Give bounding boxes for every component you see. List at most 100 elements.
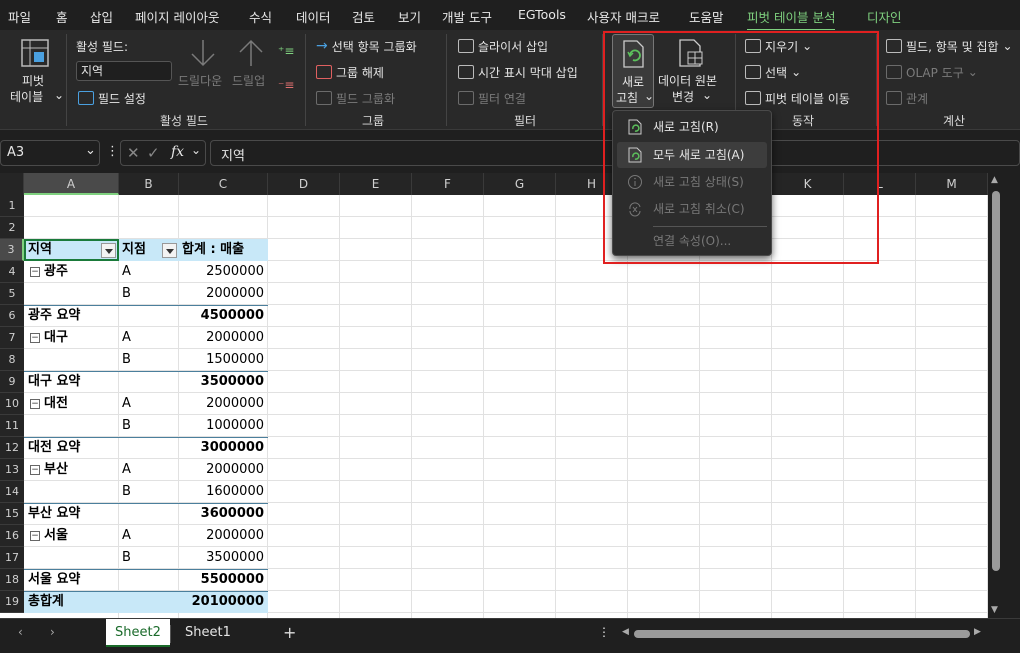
sales-value[interactable]: 2000000	[179, 327, 264, 349]
relationships-button[interactable]: 관계	[886, 88, 928, 108]
scroll-thumb[interactable]	[992, 191, 1000, 571]
row-header-13[interactable]: 13	[0, 459, 24, 481]
expand-field-icon[interactable]: ⁺≡	[278, 44, 294, 58]
sales-value[interactable]: 1600000	[179, 481, 264, 503]
insert-timeline-button[interactable]: 시간 표시 막대 삽입	[458, 62, 578, 82]
field-settings-button[interactable]: 필드 설정	[78, 88, 146, 108]
subtotal-value[interactable]: 5500000	[179, 569, 264, 591]
region-label[interactable]: 대전	[44, 393, 68, 415]
fx-icon[interactable]: fx	[171, 144, 184, 160]
tab-developer[interactable]: 개발 도구	[442, 7, 492, 26]
column-header-f[interactable]: F	[412, 173, 484, 195]
olap-tools-button[interactable]: OLAP 도구 ⌄	[886, 62, 978, 82]
region-label[interactable]: 광주	[44, 261, 68, 283]
subtotal-label[interactable]: 광주 요약	[28, 305, 80, 327]
sales-value[interactable]: 1000000	[179, 415, 264, 437]
subtotal-value[interactable]: 3600000	[179, 503, 264, 525]
change-data-source-button[interactable]: 데이터 원본 변경 ⌄	[656, 34, 724, 108]
collapse-icon[interactable]: −	[30, 531, 40, 541]
group-field-button[interactable]: 필드 그룹화	[316, 88, 395, 108]
column-header-a[interactable]: A	[24, 173, 119, 195]
row-header-2[interactable]: 2	[0, 217, 24, 239]
horizontal-scroll-thumb[interactable]	[634, 630, 970, 638]
branch-label[interactable]: B	[122, 349, 131, 371]
select-button[interactable]: 선택 ⌄	[745, 62, 801, 82]
tab-view[interactable]: 보기	[398, 7, 421, 26]
tab-data[interactable]: 데이터	[296, 7, 331, 26]
branch-label[interactable]: A	[122, 327, 131, 349]
branch-label[interactable]: A	[122, 393, 131, 415]
tab-user-macros[interactable]: 사용자 매크로	[587, 7, 660, 26]
branch-filter-dropdown[interactable]	[162, 243, 177, 258]
filter-connections-button[interactable]: 필터 연결	[458, 88, 526, 108]
sales-value[interactable]: 2000000	[179, 459, 264, 481]
drill-up-button[interactable]: 드릴업	[232, 34, 272, 94]
row-header-16[interactable]: 16	[0, 525, 24, 547]
scroll-down-icon[interactable]: ▼	[991, 605, 998, 615]
row-header-8[interactable]: 8	[0, 349, 24, 371]
column-header-k[interactable]: K	[772, 173, 844, 195]
sales-value[interactable]: 2000000	[179, 525, 264, 547]
cancel-icon[interactable]: ✕	[127, 144, 140, 162]
next-sheet-icon[interactable]: ›	[50, 625, 55, 639]
row-header-10[interactable]: 10	[0, 393, 24, 415]
branch-label[interactable]: A	[122, 261, 131, 283]
grand-total-value[interactable]: 20100000	[179, 591, 264, 613]
row-header-3[interactable]: 3	[0, 239, 24, 261]
drill-down-button[interactable]: 드릴다운	[178, 34, 228, 94]
branch-label[interactable]: B	[122, 481, 131, 503]
row-header-17[interactable]: 17	[0, 547, 24, 569]
vertical-scrollbar[interactable]: ▲ ▼	[988, 173, 1004, 618]
scroll-right-icon[interactable]: ▶	[974, 627, 981, 637]
tab-help[interactable]: 도움말	[689, 7, 724, 26]
tab-file[interactable]: 파일	[8, 7, 31, 26]
row-header-1[interactable]: 1	[0, 195, 24, 217]
row-header-19[interactable]: 19	[0, 591, 24, 613]
grand-total-label[interactable]: 총합계	[28, 591, 64, 613]
row-header-11[interactable]: 11	[0, 415, 24, 437]
name-box[interactable]: A3 ⌄	[0, 140, 100, 166]
sheet-tab-sheet1[interactable]: Sheet1	[176, 619, 240, 647]
row-header-4[interactable]: 4	[0, 261, 24, 283]
collapse-field-icon[interactable]: ⁻≡	[278, 78, 294, 92]
column-header-m[interactable]: M	[916, 173, 988, 195]
tab-formulas[interactable]: 수식	[249, 7, 272, 26]
column-header-l[interactable]: L	[844, 173, 916, 195]
pivot-header-sum[interactable]: 합계 : 매출	[182, 239, 244, 261]
column-header-b[interactable]: B	[119, 173, 179, 195]
collapse-icon[interactable]: −	[30, 399, 40, 409]
tab-pivot-analyze[interactable]: 피벗 테이블 분석	[747, 7, 836, 31]
branch-label[interactable]: B	[122, 415, 131, 437]
row-header-7[interactable]: 7	[0, 327, 24, 349]
branch-label[interactable]: B	[122, 547, 131, 569]
row-header-14[interactable]: 14	[0, 481, 24, 503]
insert-slicer-button[interactable]: 슬라이서 삽입	[458, 36, 548, 56]
tab-review[interactable]: 검토	[352, 7, 375, 26]
subtotal-value[interactable]: 4500000	[179, 305, 264, 327]
menu-item-refresh[interactable]: 새로 고침(R)	[617, 114, 767, 140]
column-header-d[interactable]: D	[268, 173, 340, 195]
ungroup-button[interactable]: 그룹 해제	[316, 62, 384, 82]
sales-value[interactable]: 2000000	[179, 283, 264, 305]
clear-button[interactable]: 지우기 ⌄	[745, 36, 812, 56]
collapse-icon[interactable]: −	[30, 267, 40, 277]
scroll-up-icon[interactable]: ▲	[991, 175, 998, 185]
tab-insert[interactable]: 삽입	[90, 7, 113, 26]
subtotal-label[interactable]: 부산 요약	[28, 503, 80, 525]
row-header-15[interactable]: 15	[0, 503, 24, 525]
branch-label[interactable]: B	[122, 283, 131, 305]
sales-value[interactable]: 2000000	[179, 393, 264, 415]
pivot-header-branch[interactable]: 지점	[122, 239, 146, 261]
collapse-icon[interactable]: −	[30, 465, 40, 475]
spreadsheet-grid[interactable]: ABCDEFGHIJKLM 12345678910111213141516171…	[0, 173, 988, 618]
row-header-6[interactable]: 6	[0, 305, 24, 327]
menu-item-cancel-refresh[interactable]: 새로 고침 취소(C)	[617, 196, 767, 222]
branch-label[interactable]: A	[122, 525, 131, 547]
column-header-c[interactable]: C	[179, 173, 268, 195]
sheet-tab-sheet2[interactable]: Sheet2	[106, 619, 170, 647]
tab-page-layout[interactable]: 페이지 레이아웃	[135, 7, 219, 26]
row-header-18[interactable]: 18	[0, 569, 24, 591]
move-pivot-button[interactable]: 피벗 테이블 이동	[745, 88, 850, 108]
tab-home[interactable]: 홈	[56, 7, 68, 26]
subtotal-value[interactable]: 3500000	[179, 371, 264, 393]
